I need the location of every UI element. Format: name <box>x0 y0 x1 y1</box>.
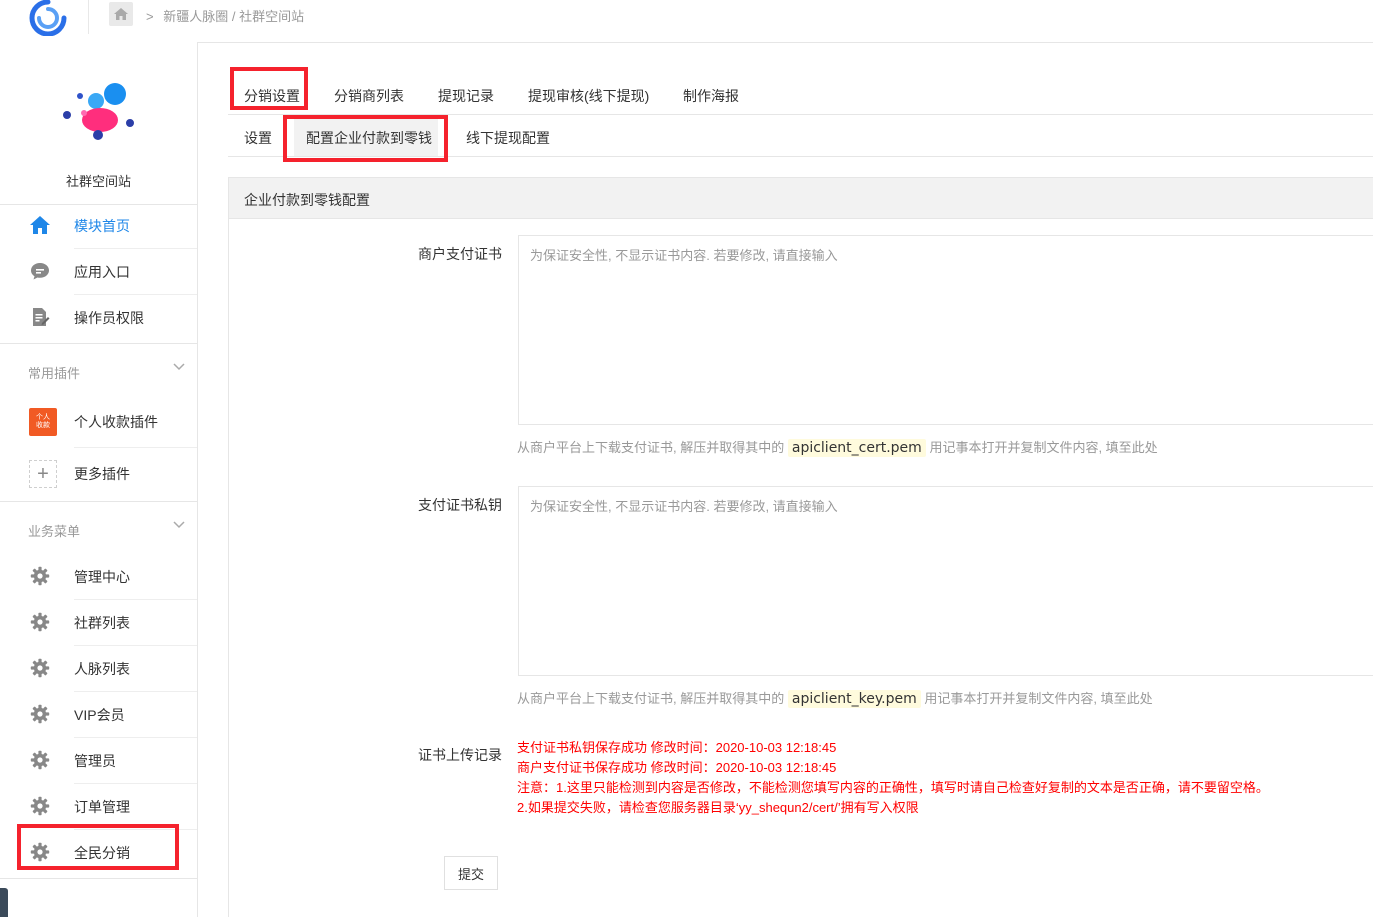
cert-filename: apiclient_cert.pem <box>787 439 926 457</box>
breadcrumb-separator: / <box>231 9 236 24</box>
gear-icon <box>29 795 51 817</box>
secondary-tabs: 设置 配置企业付款到零钱 线下提现配置 <box>228 115 1373 157</box>
home-icon <box>114 8 128 20</box>
gear-icon <box>29 841 51 863</box>
sidebar-item-label: 管理员 <box>74 753 116 769</box>
personal-payment-plugin-icon: 个人 收款 <box>28 407 58 437</box>
document-edit-icon <box>29 306 51 328</box>
sidebar-item-label: 操作员权限 <box>74 310 144 326</box>
key-filename: apiclient_key.pem <box>787 690 921 708</box>
chevron-down-icon[interactable] <box>172 360 186 374</box>
tab-settings[interactable]: 设置 <box>244 128 272 148</box>
sidebar-divider <box>74 645 197 646</box>
sidebar-item-more-plugins[interactable]: + 更多插件 <box>0 453 197 493</box>
sidebar-divider <box>74 783 197 784</box>
group-title-common-plugins: 常用插件 <box>28 366 81 381</box>
sidebar-item-label: 模块首页 <box>74 218 130 234</box>
chevron-right-icon: > <box>146 9 154 24</box>
record-line: 注意：1.这里只能检测到内容是否修改，不能检测您填写内容的正确性，填写时请自己检… <box>517 780 1269 795</box>
tab-distributor-list[interactable]: 分销商列表 <box>334 86 404 106</box>
brand-name: 社群空间站 <box>65 174 131 189</box>
group-title-business-menu: 业务菜单 <box>28 524 81 539</box>
scroll-handle[interactable] <box>0 888 8 917</box>
sidebar-item-operator-permissions[interactable]: 操作员权限 <box>0 297 197 337</box>
sidebar-divider <box>0 343 197 344</box>
sidebar-item-label: 应用入口 <box>74 264 130 280</box>
sidebar-item-label: 全民分销 <box>74 845 130 861</box>
chat-bubble-icon <box>29 260 51 282</box>
gear-icon <box>29 565 51 587</box>
private-key-help: 从商户平台上下载支付证书, 解压并取得其中的 apiclient_key.pem… <box>517 690 1153 708</box>
app-logo-icon[interactable] <box>26 0 70 36</box>
sidebar-item-label: 社群列表 <box>74 615 130 631</box>
sidebar: 社群空间站 模块首页 应用入口 操作员权限 常用插件 个人 收款 个人收款插件 <box>0 42 198 917</box>
merchant-cert-textarea[interactable] <box>518 235 1373 425</box>
home-icon <box>29 214 51 236</box>
sidebar-divider <box>0 501 197 502</box>
sidebar-item-label: 订单管理 <box>74 799 130 815</box>
merchant-cert-label: 商户支付证书 <box>418 246 502 262</box>
top-bar: > 新疆人脉圈 / 社群空间站 <box>0 0 1373 43</box>
sidebar-divider <box>74 737 197 738</box>
upload-record-label: 证书上传记录 <box>418 747 502 763</box>
sidebar-item-module-home[interactable]: 模块首页 <box>0 205 197 245</box>
record-line: 支付证书私钥保存成功 修改时间：2020-10-03 12:18:45 <box>517 740 837 755</box>
record-line: 商户支付证书保存成功 修改时间：2020-10-03 12:18:45 <box>517 760 837 775</box>
breadcrumb: > 新疆人脉圈 / 社群空间站 <box>146 6 304 25</box>
home-button[interactable] <box>109 2 133 26</box>
panel-header: 企业付款到零钱配置 <box>229 178 1373 219</box>
sidebar-item-management-center[interactable]: 管理中心 <box>0 556 197 596</box>
breadcrumb-item[interactable]: 新疆人脉圈 <box>163 9 228 24</box>
gear-icon <box>29 611 51 633</box>
panel-title: 企业付款到零钱配置 <box>244 192 370 208</box>
sidebar-item-personal-payment-plugin[interactable]: 个人 收款 个人收款插件 <box>0 401 197 441</box>
brand-logo-icon <box>63 83 134 140</box>
sidebar-item-label: 管理中心 <box>74 569 130 585</box>
gear-icon <box>29 749 51 771</box>
submit-button[interactable]: 提交 <box>444 856 498 890</box>
gear-icon <box>29 703 51 725</box>
sidebar-item-app-entry[interactable]: 应用入口 <box>0 251 197 291</box>
sidebar-item-label: 更多插件 <box>74 466 130 482</box>
topbar-divider <box>88 0 89 34</box>
sidebar-item-label: VIP会员 <box>74 707 125 723</box>
private-key-label: 支付证书私钥 <box>418 497 502 513</box>
tab-enterprise-payment-config[interactable]: 配置企业付款到零钱 <box>306 128 432 148</box>
sidebar-divider <box>74 294 197 295</box>
sidebar-item-administrators[interactable]: 管理员 <box>0 740 197 780</box>
sidebar-divider <box>74 691 197 692</box>
breadcrumb-item[interactable]: 社群空间站 <box>239 9 304 24</box>
primary-tabs: 分销设置 分销商列表 提现记录 提现审核(线下提现) 制作海报 <box>228 76 1373 115</box>
sidebar-divider <box>74 599 197 600</box>
private-key-textarea[interactable] <box>518 486 1373 676</box>
sidebar-item-community-list[interactable]: 社群列表 <box>0 602 197 642</box>
sidebar-item-vip-members[interactable]: VIP会员 <box>0 694 197 734</box>
sidebar-item-universal-distribution[interactable]: 全民分销 <box>0 832 197 872</box>
sidebar-item-label: 个人收款插件 <box>74 414 158 430</box>
sidebar-divider <box>74 248 197 249</box>
tab-offline-withdrawal-config[interactable]: 线下提现配置 <box>466 128 550 148</box>
sidebar-divider <box>0 878 197 879</box>
upload-record-messages: 支付证书私钥保存成功 修改时间：2020-10-03 12:18:45 商户支付… <box>517 738 1269 818</box>
tab-withdrawal-records[interactable]: 提现记录 <box>438 86 494 106</box>
tab-withdrawal-review[interactable]: 提现审核(线下提现) <box>528 86 649 106</box>
sidebar-item-order-management[interactable]: 订单管理 <box>0 786 197 826</box>
gear-icon <box>29 657 51 679</box>
sidebar-item-label: 人脉列表 <box>74 661 130 677</box>
chevron-down-icon[interactable] <box>172 518 186 532</box>
record-line: 2.如果提交失败，请检查您服务器目录‘yy_shequn2/cert/’拥有写入… <box>517 800 919 815</box>
sidebar-item-contacts-list[interactable]: 人脉列表 <box>0 648 197 688</box>
merchant-cert-help: 从商户平台上下载支付证书, 解压并取得其中的 apiclient_cert.pe… <box>517 439 1158 457</box>
sidebar-divider <box>74 829 197 830</box>
sidebar-divider <box>74 447 197 448</box>
tab-make-poster[interactable]: 制作海报 <box>683 86 739 106</box>
plus-icon: + <box>28 459 58 489</box>
tab-distribution-settings[interactable]: 分销设置 <box>244 86 300 106</box>
